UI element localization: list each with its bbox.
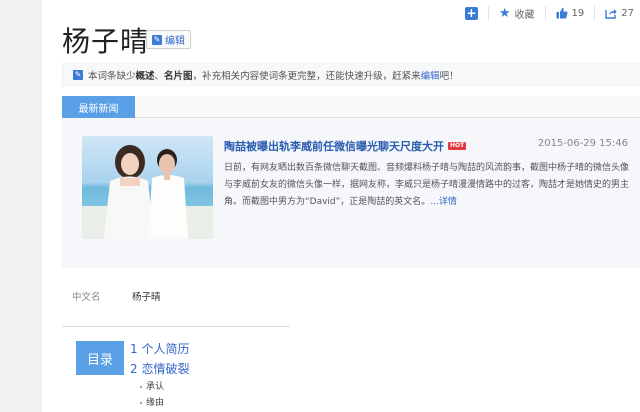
news-summary: 日前，有网友晒出数百条微信聊天截图、音频爆料杨子晴与陶喆的风流韵事，截图中杨子晴…	[224, 160, 630, 211]
info-value: 杨子晴	[132, 292, 161, 303]
toc-badge: 目录	[76, 341, 124, 375]
tab-latest-news[interactable]: 最新新闻	[62, 96, 135, 118]
edit-notice-icon: ✎	[73, 70, 83, 80]
divider	[594, 6, 596, 20]
like-button[interactable]: 19	[556, 7, 585, 19]
news-body-text: 日前，有网友晒出数百条微信聊天截图、音频爆料杨子晴与陶喆的风流韵事，截图中杨子晴…	[224, 163, 630, 207]
pencil-icon: ✎	[152, 34, 162, 45]
collect-label: 收藏	[514, 9, 535, 21]
notice-text: 本词条缺少概述、名片图，补充相关内容使词条更完整，还能快速升级，赶紧来编辑吧！	[88, 71, 459, 82]
basic-info-row: 中文名 杨子晴	[62, 285, 640, 307]
info-label: 中文名	[72, 292, 101, 303]
share-button[interactable]: 27	[605, 7, 634, 19]
edit-label: 编辑	[165, 36, 185, 47]
divider	[487, 6, 489, 20]
bullet	[140, 402, 142, 404]
left-gutter	[0, 0, 42, 412]
news-card: 陶喆被曝出轨李威前任微信曝光聊天尺度大开 HOT 2015-06-29 15:4…	[62, 118, 640, 268]
star-icon: ★	[498, 5, 511, 21]
news-title-text[interactable]: 陶喆被曝出轨李威前任微信曝光聊天尺度大开	[224, 138, 444, 154]
details-link[interactable]: ...详情	[430, 197, 457, 207]
collect-button[interactable]: ★ 收藏	[499, 6, 535, 21]
toc-subitem[interactable]: 承认	[130, 379, 189, 395]
incomplete-notice: ✎ 本词条缺少概述、名片图，补充相关内容使词条更完整，还能快速升级，赶紧来编辑吧…	[62, 63, 640, 87]
share-count: 27	[621, 7, 634, 19]
top-toolbar: + ★ 收藏 19 27	[464, 4, 634, 22]
toc-item[interactable]: 2 恋情破裂	[130, 359, 189, 379]
thumbs-up-icon	[556, 7, 568, 19]
news-tabbar: 最新新闻	[62, 96, 640, 118]
edit-button[interactable]: ✎ 编辑	[146, 30, 191, 49]
bullet	[140, 386, 142, 388]
divider	[544, 6, 546, 20]
notice-edit-link[interactable]: 编辑	[421, 71, 440, 82]
page: + ★ 收藏 19 27 杨子晴 ✎ 编辑 ✎ 本词条缺少概述、名片图，补充相关…	[62, 0, 640, 412]
share-icon	[605, 7, 617, 19]
add-icon[interactable]: +	[464, 6, 478, 20]
page-title: 杨子晴	[62, 25, 150, 58]
toc-subitem[interactable]: 缘由	[130, 395, 189, 411]
toc-list: 1 个人简历 2 恋情破裂 承认 缘由	[130, 339, 189, 411]
table-of-contents: 目录 1 个人简历 2 恋情破裂 承认 缘由	[62, 326, 290, 412]
hot-badge: HOT	[448, 142, 467, 150]
news-date: 2015-06-29 15:46	[537, 138, 628, 149]
like-count: 19	[571, 7, 585, 19]
toc-item[interactable]: 1 个人简历	[130, 339, 189, 359]
news-headline[interactable]: 陶喆被曝出轨李威前任微信曝光聊天尺度大开 HOT	[224, 138, 467, 154]
news-photo[interactable]	[82, 136, 213, 239]
